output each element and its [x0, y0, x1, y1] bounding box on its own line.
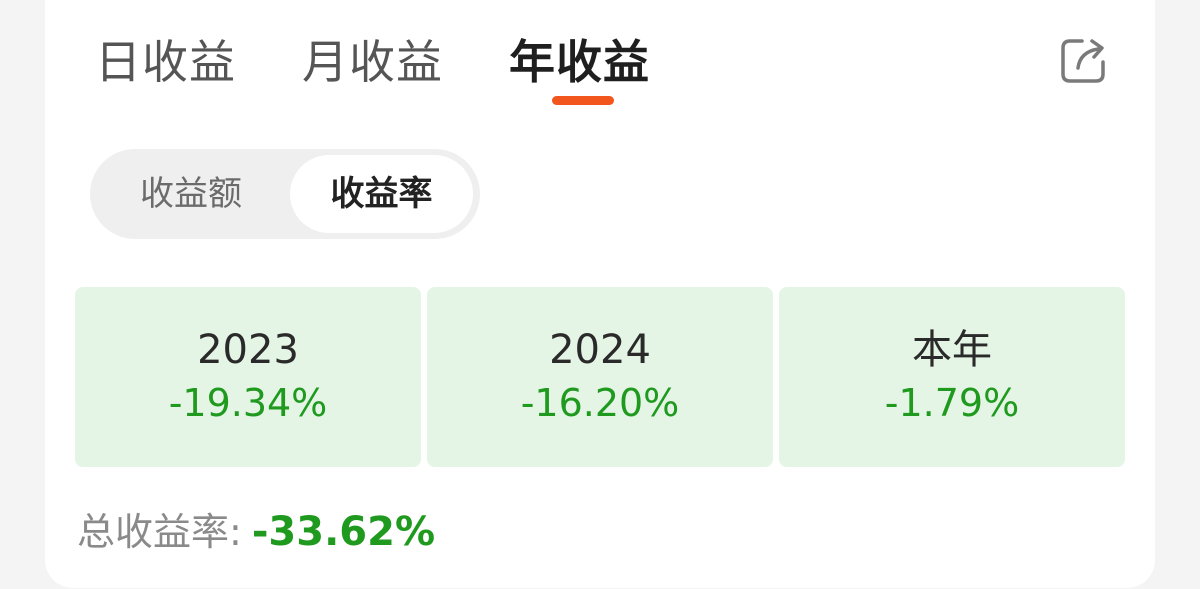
stat-return-value: -19.34% — [168, 381, 328, 425]
stat-card-this-year: 本年 -1.79% — [779, 287, 1125, 467]
total-return-label: 总收益率: — [77, 510, 242, 554]
stat-year-label: 2023 — [197, 327, 299, 373]
stat-year-label: 本年 — [912, 327, 992, 373]
tab-daily-returns[interactable]: 日收益 — [95, 26, 236, 92]
stat-return-value: -1.79% — [884, 381, 1020, 425]
share-button[interactable] — [1058, 32, 1112, 86]
stat-year-label: 2024 — [549, 327, 651, 373]
stat-return-value: -16.20% — [520, 381, 680, 425]
active-tab-indicator — [552, 96, 614, 105]
segment-return-amount[interactable]: 收益额 — [98, 155, 284, 233]
total-return-value: -33.62% — [251, 509, 436, 555]
period-tabs: 日收益 月收益 年收益 — [95, 28, 716, 90]
metric-segmented-control: 收益额 收益率 — [90, 149, 480, 239]
total-return-rate: 总收益率: -33.62% — [77, 505, 435, 559]
tab-yearly-returns[interactable]: 年收益 — [509, 26, 650, 92]
stat-card-2024: 2024 -16.20% — [427, 287, 773, 467]
share-export-icon — [1061, 39, 1105, 83]
tab-monthly-returns[interactable]: 月收益 — [302, 26, 443, 92]
stat-card-2023: 2023 -19.34% — [75, 287, 421, 467]
segment-return-rate[interactable]: 收益率 — [290, 155, 473, 233]
